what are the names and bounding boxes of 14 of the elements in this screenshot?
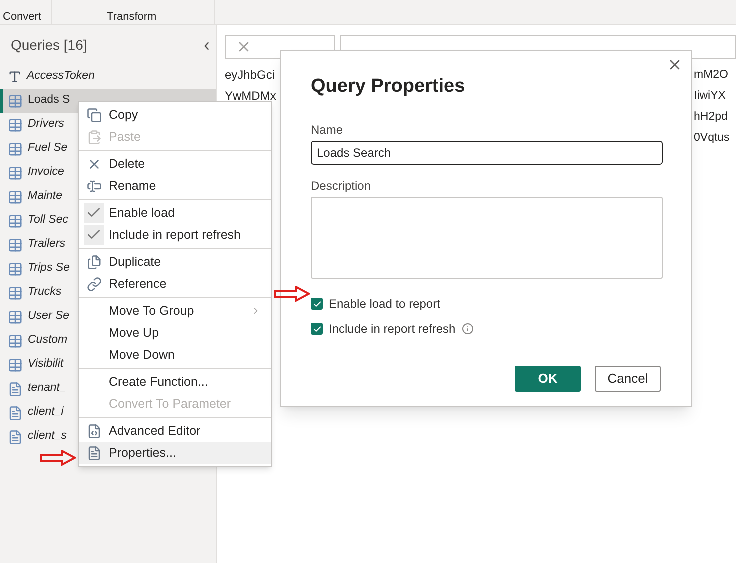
dialog-title: Query Properties <box>311 75 466 99</box>
table-cell-text: YwMDMx <box>225 88 276 105</box>
checkbox-label: Include in report refresh <box>329 321 456 338</box>
table-cell-text: mM2O <box>694 68 730 83</box>
table-cell-text: 0Vqtus <box>694 131 731 146</box>
table-cell-text: IiwiYX <box>694 89 727 104</box>
ribbon-group-label: Transform <box>52 0 215 24</box>
table-cell-text: hH2pd <box>694 110 729 125</box>
field-label: Description <box>311 178 372 194</box>
checkbox-label: Enable load to report <box>329 296 440 313</box>
panel-title: Queries [16] <box>11 36 88 55</box>
field-label: Name <box>311 122 344 138</box>
ribbon-group-label: Convert <box>0 0 52 24</box>
table-cell-text: eyJhbGci <box>225 67 276 84</box>
